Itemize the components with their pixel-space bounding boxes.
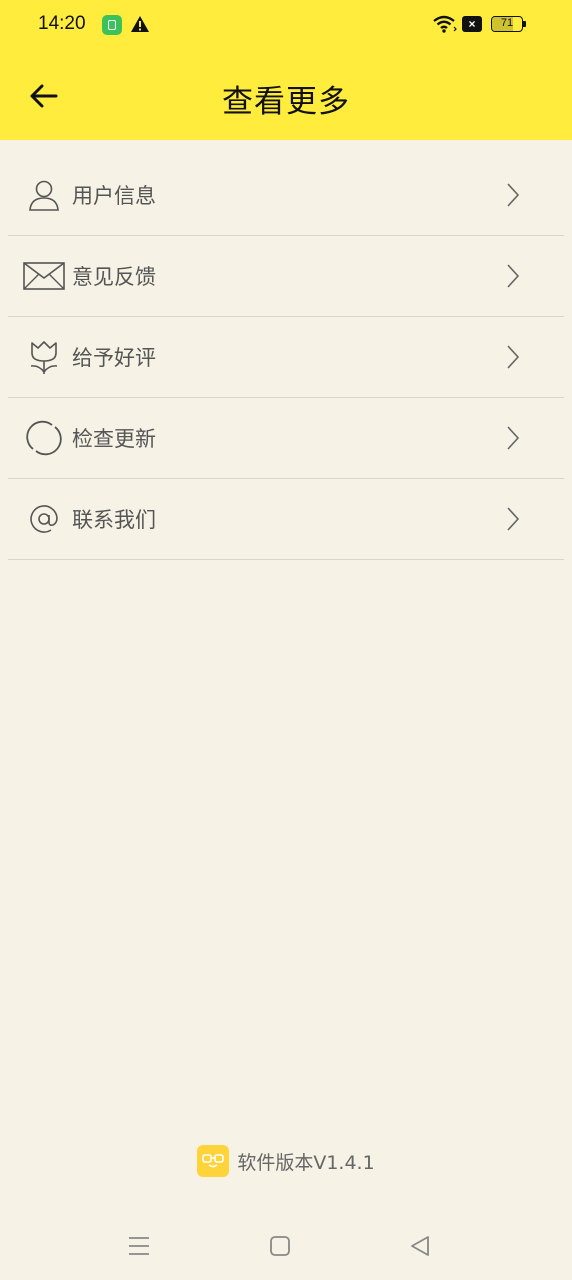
square-icon [270, 1236, 290, 1256]
system-nav-bar [0, 1210, 572, 1280]
menu-item-label: 给予好评 [72, 346, 156, 370]
menu-item-label: 联系我们 [72, 508, 156, 532]
chevron-right-icon [507, 345, 520, 369]
triangle-back-icon [411, 1236, 429, 1256]
menu-list: 用户信息 意见反馈 给予好评 检查更新 联系我们 [8, 155, 564, 560]
menu-item-label: 检查更新 [72, 427, 156, 451]
version-text: 软件版本V1.4.1 [237, 1151, 375, 1174]
wifi-icon [433, 15, 457, 33]
menu-icon [129, 1237, 149, 1255]
page-title: 查看更多 [222, 84, 350, 120]
warning-icon [131, 16, 149, 32]
no-sim-icon: × [462, 16, 482, 32]
refresh-icon [26, 420, 62, 456]
battery-tip [523, 21, 526, 27]
menu-item-rate[interactable]: 给予好评 [8, 317, 564, 398]
home-button[interactable] [258, 1224, 302, 1268]
header: 14:20 × 71 查看更多 [0, 0, 572, 140]
user-icon [29, 180, 59, 211]
footer-version: 软件版本V1.4.1 [0, 1145, 572, 1177]
chevron-right-icon [507, 264, 520, 288]
menu-item-check-update[interactable]: 检查更新 [8, 398, 564, 479]
status-bar: 14:20 × 71 [0, 0, 572, 52]
flower-icon [30, 341, 58, 374]
app-notification-icon [102, 15, 122, 35]
status-time: 14:20 [38, 13, 86, 34]
menu-item-label: 意见反馈 [72, 265, 156, 289]
app-logo-icon [197, 1145, 230, 1177]
menu-item-contact-us[interactable]: 联系我们 [8, 479, 564, 560]
chevron-right-icon [507, 507, 520, 531]
battery-icon: 71 [491, 16, 523, 32]
chevron-right-icon [507, 426, 520, 450]
menu-item-label: 用户信息 [72, 184, 156, 208]
menu-item-user-info[interactable]: 用户信息 [8, 155, 564, 236]
chevron-right-icon [507, 183, 520, 207]
recent-apps-button[interactable] [117, 1224, 161, 1268]
envelope-icon [23, 262, 65, 290]
back-nav-button[interactable] [398, 1224, 442, 1268]
menu-item-feedback[interactable]: 意见反馈 [8, 236, 564, 317]
at-sign-icon [30, 505, 58, 533]
battery-level: 71 [500, 17, 514, 29]
